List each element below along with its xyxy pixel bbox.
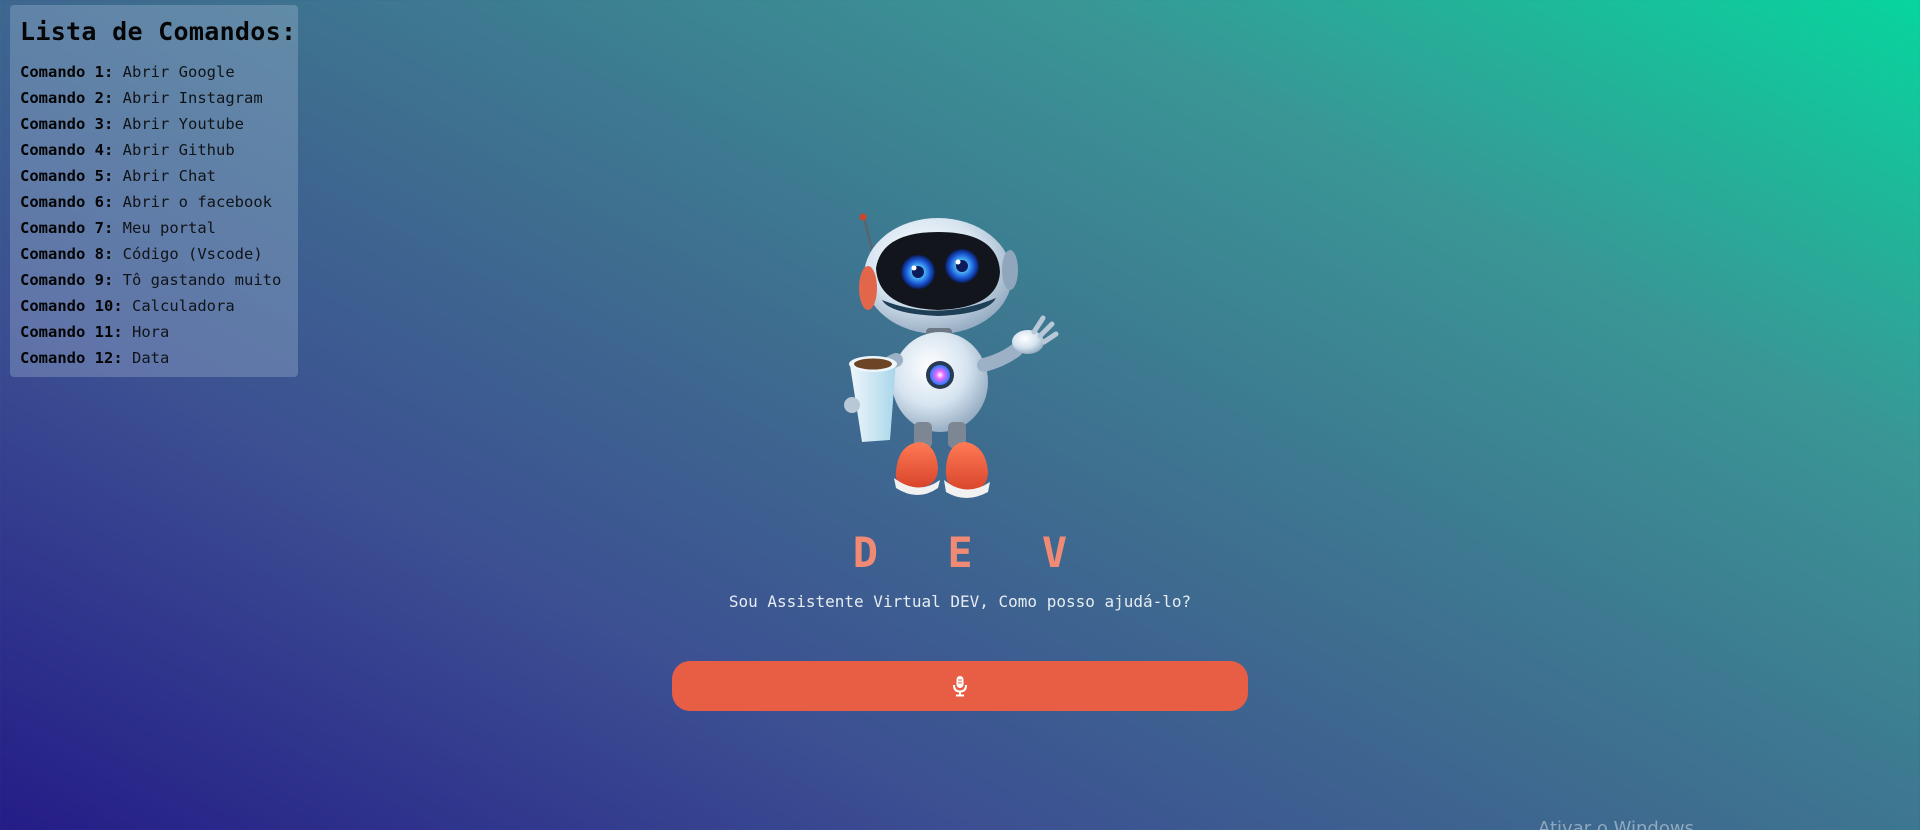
command-key: Comando 2: xyxy=(20,89,114,107)
list-item: Comando 3: Abrir Youtube xyxy=(20,111,288,137)
commands-panel: Lista de Comandos: Comando 1: Abrir Goog… xyxy=(10,5,298,377)
command-key: Comando 6: xyxy=(20,193,114,211)
commands-list: Comando 1: Abrir Google Comando 2: Abrir… xyxy=(20,59,288,371)
command-key: Comando 8: xyxy=(20,245,114,263)
windows-activation-watermark: Ativar o Windows xyxy=(1538,818,1694,830)
command-value: Abrir Instagram xyxy=(122,89,263,107)
command-key: Comando 5: xyxy=(20,167,114,185)
command-value: Abrir o facebook xyxy=(122,193,272,211)
command-value: Abrir Github xyxy=(122,141,235,159)
command-key: Comando 3: xyxy=(20,115,114,133)
list-item: Comando 10: Calculadora xyxy=(20,293,288,319)
command-key: Comando 1: xyxy=(20,63,114,81)
list-item: Comando 4: Abrir Github xyxy=(20,137,288,163)
command-value: Código (Vscode) xyxy=(122,245,263,263)
command-value: Abrir Youtube xyxy=(122,115,244,133)
command-value: Abrir Google xyxy=(122,63,235,81)
list-item: Comando 11: Hora xyxy=(20,319,288,345)
list-item: Comando 8: Código (Vscode) xyxy=(20,241,288,267)
command-key: Comando 9: xyxy=(20,271,114,289)
commands-title: Lista de Comandos: xyxy=(20,17,297,46)
list-item: Comando 9: Tô gastando muito xyxy=(20,267,288,293)
list-item: Comando 2: Abrir Instagram xyxy=(20,85,288,111)
assistant-subtitle: Sou Assistente Virtual DEV, Como posso a… xyxy=(728,592,1192,611)
microphone-icon xyxy=(952,675,968,697)
list-item: Comando 5: Abrir Chat xyxy=(20,163,288,189)
assistant-name: D E V xyxy=(852,528,1090,577)
command-value: Tô gastando muito xyxy=(122,271,282,289)
command-key: Comando 4: xyxy=(20,141,114,159)
command-key: Comando 7: xyxy=(20,219,114,237)
command-key: Comando 10: xyxy=(20,297,123,315)
robot-mascot-icon xyxy=(838,210,1083,505)
list-item: Comando 1: Abrir Google xyxy=(20,59,288,85)
command-value: Meu portal xyxy=(122,219,216,237)
microphone-button[interactable] xyxy=(672,661,1248,711)
list-item: Comando 6: Abrir o facebook xyxy=(20,189,288,215)
command-value: Data xyxy=(132,349,170,367)
list-item: Comando 7: Meu portal xyxy=(20,215,288,241)
command-value: Hora xyxy=(132,323,170,341)
list-item: Comando 12: Data xyxy=(20,345,288,371)
command-key: Comando 12: xyxy=(20,349,123,367)
command-key: Comando 11: xyxy=(20,323,123,341)
command-value: Abrir Chat xyxy=(122,167,216,185)
command-value: Calculadora xyxy=(132,297,235,315)
